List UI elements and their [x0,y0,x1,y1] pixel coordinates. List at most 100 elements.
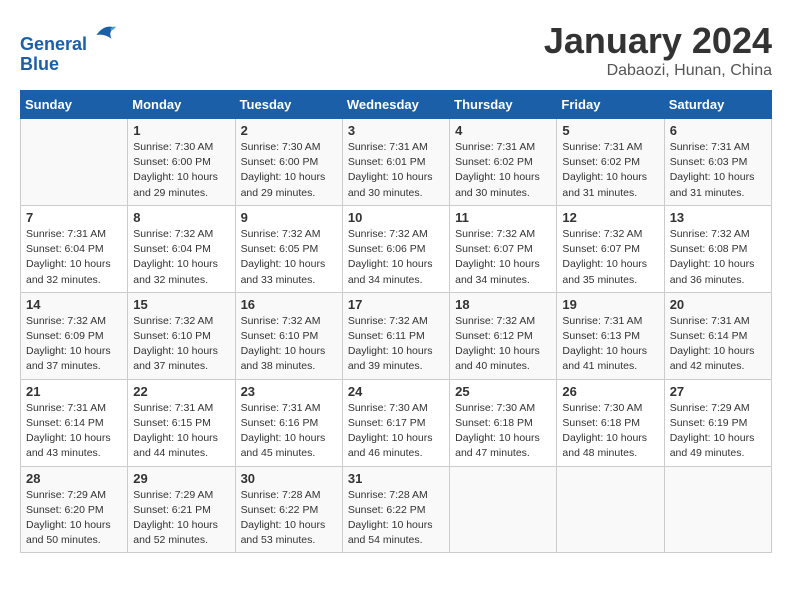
day-number: 19 [562,297,658,312]
day-number: 6 [670,123,766,138]
day-info: Sunrise: 7:31 AM Sunset: 6:14 PM Dayligh… [26,401,122,462]
day-info: Sunrise: 7:31 AM Sunset: 6:15 PM Dayligh… [133,401,229,462]
header-day-tuesday: Tuesday [235,91,342,119]
calendar-cell: 8 Sunrise: 7:32 AM Sunset: 6:04 PM Daylig… [128,205,235,292]
calendar-cell: 14 Sunrise: 7:32 AM Sunset: 6:09 PM Dayli… [21,292,128,379]
day-info: Sunrise: 7:28 AM Sunset: 6:22 PM Dayligh… [241,488,337,549]
logo-general: General [20,34,87,54]
day-info: Sunrise: 7:32 AM Sunset: 6:05 PM Dayligh… [241,227,337,288]
calendar-cell: 11 Sunrise: 7:32 AM Sunset: 6:07 PM Dayli… [450,205,557,292]
calendar-cell: 15Sunrise: 7:32 AM Sunset: 6:10 PM Dayli… [128,292,235,379]
month-year-title: January 2024 [544,20,772,62]
week-row-1: 1Sunrise: 7:30 AM Sunset: 6:00 PM Daylig… [21,119,772,206]
calendar-cell: 1Sunrise: 7:30 AM Sunset: 6:00 PM Daylig… [128,119,235,206]
header-day-friday: Friday [557,91,664,119]
week-row-4: 21Sunrise: 7:31 AM Sunset: 6:14 PM Dayli… [21,379,772,466]
day-info: Sunrise: 7:29 AM Sunset: 6:20 PM Dayligh… [26,488,122,549]
calendar-cell: 3Sunrise: 7:31 AM Sunset: 6:01 PM Daylig… [342,119,449,206]
day-number: 3 [348,123,444,138]
day-number: 14 [26,297,122,312]
day-info: Sunrise: 7:32 AM Sunset: 6:08 PM Dayligh… [670,227,766,288]
day-info: Sunrise: 7:31 AM Sunset: 6:04 PM Dayligh… [26,227,122,288]
week-row-5: 28 Sunrise: 7:29 AM Sunset: 6:20 PM Dayli… [21,466,772,553]
day-info: Sunrise: 7:32 AM Sunset: 6:06 PM Dayligh… [348,227,444,288]
day-info: Sunrise: 7:32 AM Sunset: 6:07 PM Dayligh… [455,227,551,288]
day-number: 9 [241,210,337,225]
day-number: 5 [562,123,658,138]
day-info: Sunrise: 7:32 AM Sunset: 6:10 PM Dayligh… [133,314,229,375]
day-number: 18 [455,297,551,312]
calendar-cell: 10 Sunrise: 7:32 AM Sunset: 6:06 PM Dayli… [342,205,449,292]
day-info: Sunrise: 7:31 AM Sunset: 6:02 PM Dayligh… [455,140,551,201]
day-number: 30 [241,471,337,486]
day-number: 22 [133,384,229,399]
calendar-cell: 25 Sunrise: 7:30 AM Sunset: 6:18 PM Dayli… [450,379,557,466]
calendar-cell [664,466,771,553]
header-day-thursday: Thursday [450,91,557,119]
title-block: January 2024 Dabaozi, Hunan, China [544,20,772,80]
day-info: Sunrise: 7:29 AM Sunset: 6:19 PM Dayligh… [670,401,766,462]
day-info: Sunrise: 7:31 AM Sunset: 6:14 PM Dayligh… [670,314,766,375]
day-info: Sunrise: 7:32 AM Sunset: 6:11 PM Dayligh… [348,314,444,375]
location-subtitle: Dabaozi, Hunan, China [544,62,772,80]
day-info: Sunrise: 7:31 AM Sunset: 6:13 PM Dayligh… [562,314,658,375]
day-info: Sunrise: 7:29 AM Sunset: 6:21 PM Dayligh… [133,488,229,549]
week-row-3: 14 Sunrise: 7:32 AM Sunset: 6:09 PM Dayli… [21,292,772,379]
day-info: Sunrise: 7:30 AM Sunset: 6:18 PM Dayligh… [455,401,551,462]
calendar-cell: 17 Sunrise: 7:32 AM Sunset: 6:11 PM Dayli… [342,292,449,379]
calendar-cell: 18 Sunrise: 7:32 AM Sunset: 6:12 PM Dayli… [450,292,557,379]
calendar-cell: 30 Sunrise: 7:28 AM Sunset: 6:22 PM Dayli… [235,466,342,553]
day-info: Sunrise: 7:30 AM Sunset: 6:00 PM Dayligh… [241,140,337,201]
day-number: 28 [26,471,122,486]
day-number: 7 [26,210,122,225]
header-day-sunday: Sunday [21,91,128,119]
header-day-saturday: Saturday [664,91,771,119]
week-row-2: 7 Sunrise: 7:31 AM Sunset: 6:04 PM Daylig… [21,205,772,292]
day-number: 2 [241,123,337,138]
logo-bird-icon [89,20,119,50]
day-number: 20 [670,297,766,312]
day-number: 11 [455,210,551,225]
calendar-table: SundayMondayTuesdayWednesdayThursdayFrid… [20,90,772,553]
calendar-cell: 5 Sunrise: 7:31 AM Sunset: 6:02 PM Daylig… [557,119,664,206]
day-number: 13 [670,210,766,225]
day-info: Sunrise: 7:31 AM Sunset: 6:03 PM Dayligh… [670,140,766,201]
calendar-cell: 31 Sunrise: 7:28 AM Sunset: 6:22 PM Dayli… [342,466,449,553]
day-info: Sunrise: 7:31 AM Sunset: 6:02 PM Dayligh… [562,140,658,201]
day-number: 8 [133,210,229,225]
day-info: Sunrise: 7:28 AM Sunset: 6:22 PM Dayligh… [348,488,444,549]
calendar-cell: 16Sunrise: 7:32 AM Sunset: 6:10 PM Dayli… [235,292,342,379]
day-number: 12 [562,210,658,225]
calendar-cell: 6 Sunrise: 7:31 AM Sunset: 6:03 PM Daylig… [664,119,771,206]
day-number: 10 [348,210,444,225]
calendar-cell: 29Sunrise: 7:29 AM Sunset: 6:21 PM Dayli… [128,466,235,553]
day-number: 23 [241,384,337,399]
calendar-cell: 9 Sunrise: 7:32 AM Sunset: 6:05 PM Daylig… [235,205,342,292]
day-info: Sunrise: 7:32 AM Sunset: 6:10 PM Dayligh… [241,314,337,375]
day-number: 31 [348,471,444,486]
calendar-cell: 28 Sunrise: 7:29 AM Sunset: 6:20 PM Dayli… [21,466,128,553]
calendar-cell: 24Sunrise: 7:30 AM Sunset: 6:17 PM Dayli… [342,379,449,466]
calendar-cell: 13 Sunrise: 7:32 AM Sunset: 6:08 PM Dayli… [664,205,771,292]
logo: General Blue [20,20,119,75]
day-number: 27 [670,384,766,399]
day-number: 4 [455,123,551,138]
header-day-monday: Monday [128,91,235,119]
calendar-cell [21,119,128,206]
calendar-cell: 26Sunrise: 7:30 AM Sunset: 6:18 PM Dayli… [557,379,664,466]
day-info: Sunrise: 7:30 AM Sunset: 6:00 PM Dayligh… [133,140,229,201]
calendar-cell: 20 Sunrise: 7:31 AM Sunset: 6:14 PM Dayli… [664,292,771,379]
day-info: Sunrise: 7:32 AM Sunset: 6:04 PM Dayligh… [133,227,229,288]
calendar-cell [450,466,557,553]
calendar-cell: 27 Sunrise: 7:29 AM Sunset: 6:19 PM Dayli… [664,379,771,466]
calendar-cell: 7 Sunrise: 7:31 AM Sunset: 6:04 PM Daylig… [21,205,128,292]
day-info: Sunrise: 7:32 AM Sunset: 6:12 PM Dayligh… [455,314,551,375]
calendar-cell: 19 Sunrise: 7:31 AM Sunset: 6:13 PM Dayli… [557,292,664,379]
logo-blue: Blue [20,54,59,74]
day-number: 17 [348,297,444,312]
day-number: 25 [455,384,551,399]
day-info: Sunrise: 7:30 AM Sunset: 6:18 PM Dayligh… [562,401,658,462]
day-info: Sunrise: 7:32 AM Sunset: 6:09 PM Dayligh… [26,314,122,375]
day-info: Sunrise: 7:32 AM Sunset: 6:07 PM Dayligh… [562,227,658,288]
day-info: Sunrise: 7:31 AM Sunset: 6:16 PM Dayligh… [241,401,337,462]
